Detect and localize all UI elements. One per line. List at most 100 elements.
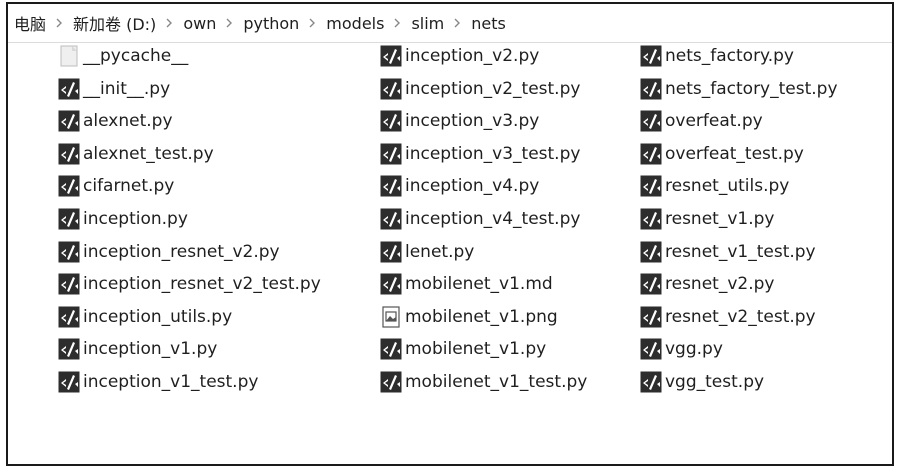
file-name: nets_factory_test.py [665,79,838,99]
breadcrumb-own[interactable]: own [181,14,218,33]
file-item[interactable]: nets_factory.py [640,42,794,70]
file-item[interactable]: resnet_v1_test.py [640,238,816,266]
file-item[interactable]: resnet_utils.py [640,172,789,200]
file-item[interactable]: __init__.py [58,75,170,103]
file-item[interactable]: inception_v2.py [380,42,539,70]
python-file-icon [58,208,80,230]
file-item[interactable]: mobilenet_v1.py [380,335,546,363]
breadcrumb: 电脑 新加卷 (D:) own python models slim nets [8,4,892,43]
python-file-icon [640,241,662,263]
python-file-icon [380,371,402,393]
python-file-icon [380,143,402,165]
file-item[interactable]: overfeat.py [640,107,763,135]
file-name: inception_v1.py [83,339,218,359]
python-file-icon [58,371,80,393]
python-file-icon [640,371,662,393]
file-name: mobilenet_v1.md [405,274,553,294]
python-file-icon [380,338,402,360]
file-name: alexnet.py [83,111,173,131]
python-file-icon [58,241,80,263]
file-name: resnet_v1.py [665,209,775,229]
file-item[interactable]: resnet_v1.py [640,205,774,233]
file-name: overfeat.py [665,111,763,131]
file-item[interactable]: resnet_v2.py [640,270,774,298]
file-name: __pycache__ [83,46,189,66]
file-name: mobilenet_v1.py [405,339,547,359]
python-file-icon [58,78,80,100]
file-name: nets_factory.py [665,46,794,66]
breadcrumb-nets[interactable]: nets [469,14,508,33]
chevron-right-icon[interactable] [454,18,461,28]
chevron-right-icon[interactable] [226,18,233,28]
python-file-icon [58,338,80,360]
file-item[interactable]: inception_v4.py [380,172,539,200]
file-name: resnet_v1_test.py [665,242,816,262]
python-file-icon [640,273,662,295]
file-item[interactable]: alexnet.py [58,107,173,135]
python-file-icon [640,110,662,132]
file-item[interactable]: lenet.py [380,238,474,266]
file-item[interactable]: mobilenet_v1.md [380,270,553,298]
file-item[interactable]: mobilenet_v1_test.py [380,368,587,396]
python-file-icon [640,208,662,230]
file-item[interactable]: vgg.py [640,335,723,363]
file-item[interactable]: inception.py [58,205,188,233]
file-name: inception_v2.py [405,46,540,66]
python-file-icon [58,306,80,328]
file-name: inception_resnet_v2.py [83,242,280,262]
breadcrumb-python[interactable]: python [241,14,301,33]
file-item[interactable]: resnet_v2_test.py [640,303,816,331]
chevron-right-icon[interactable] [166,18,173,28]
file-item[interactable]: inception_v3.py [380,107,539,135]
file-item[interactable]: cifarnet.py [58,172,174,200]
file-name: cifarnet.py [83,176,175,196]
file-name: inception_v4_test.py [405,209,581,229]
file-name: resnet_v2_test.py [665,307,816,327]
file-name: inception_v1_test.py [83,372,259,392]
python-file-icon [380,208,402,230]
folder-icon [58,45,80,67]
file-item[interactable]: inception_resnet_v2.py [58,238,280,266]
file-item[interactable]: inception_v4_test.py [380,205,580,233]
file-name: __init__.py [83,79,171,99]
file-item[interactable]: inception_resnet_v2_test.py [58,270,321,298]
breadcrumb-models[interactable]: models [324,14,386,33]
file-name: vgg.py [665,339,723,359]
python-file-icon [380,241,402,263]
file-item[interactable]: __pycache__ [58,42,188,70]
chevron-right-icon[interactable] [394,18,401,28]
file-item[interactable]: inception_v2_test.py [380,75,580,103]
file-name: inception.py [83,209,188,229]
file-item[interactable]: inception_utils.py [58,303,232,331]
python-file-icon [58,143,80,165]
file-item[interactable]: mobilenet_v1.png [380,303,558,331]
python-file-icon [58,273,80,295]
file-name: lenet.py [405,242,475,262]
python-file-icon [640,175,662,197]
file-item[interactable]: nets_factory_test.py [640,75,838,103]
breadcrumb-slim[interactable]: slim [409,14,446,33]
file-name: inception_v3_test.py [405,144,581,164]
file-name: resnet_v2.py [665,274,775,294]
python-file-icon [58,110,80,132]
file-item[interactable]: vgg_test.py [640,368,764,396]
breadcrumb-drive-d[interactable]: 新加卷 (D:) [71,11,158,35]
file-name: inception_resnet_v2_test.py [83,274,321,294]
breadcrumb-this-pc[interactable]: 电脑 [12,11,48,35]
file-item[interactable]: inception_v1.py [58,335,217,363]
chevron-right-icon[interactable] [56,18,63,28]
file-item[interactable]: inception_v3_test.py [380,140,580,168]
file-item[interactable]: alexnet_test.py [58,140,214,168]
file-name: inception_v2_test.py [405,79,581,99]
file-name: inception_utils.py [83,307,233,327]
chevron-right-icon[interactable] [309,18,316,28]
file-item[interactable]: inception_v1_test.py [58,368,258,396]
file-item[interactable]: overfeat_test.py [640,140,804,168]
file-name: inception_v4.py [405,176,540,196]
python-file-icon [58,175,80,197]
file-name: mobilenet_v1.png [405,307,558,327]
file-name: mobilenet_v1_test.py [405,372,588,392]
file-name: resnet_utils.py [665,176,790,196]
python-file-icon [640,78,662,100]
python-file-icon [640,143,662,165]
